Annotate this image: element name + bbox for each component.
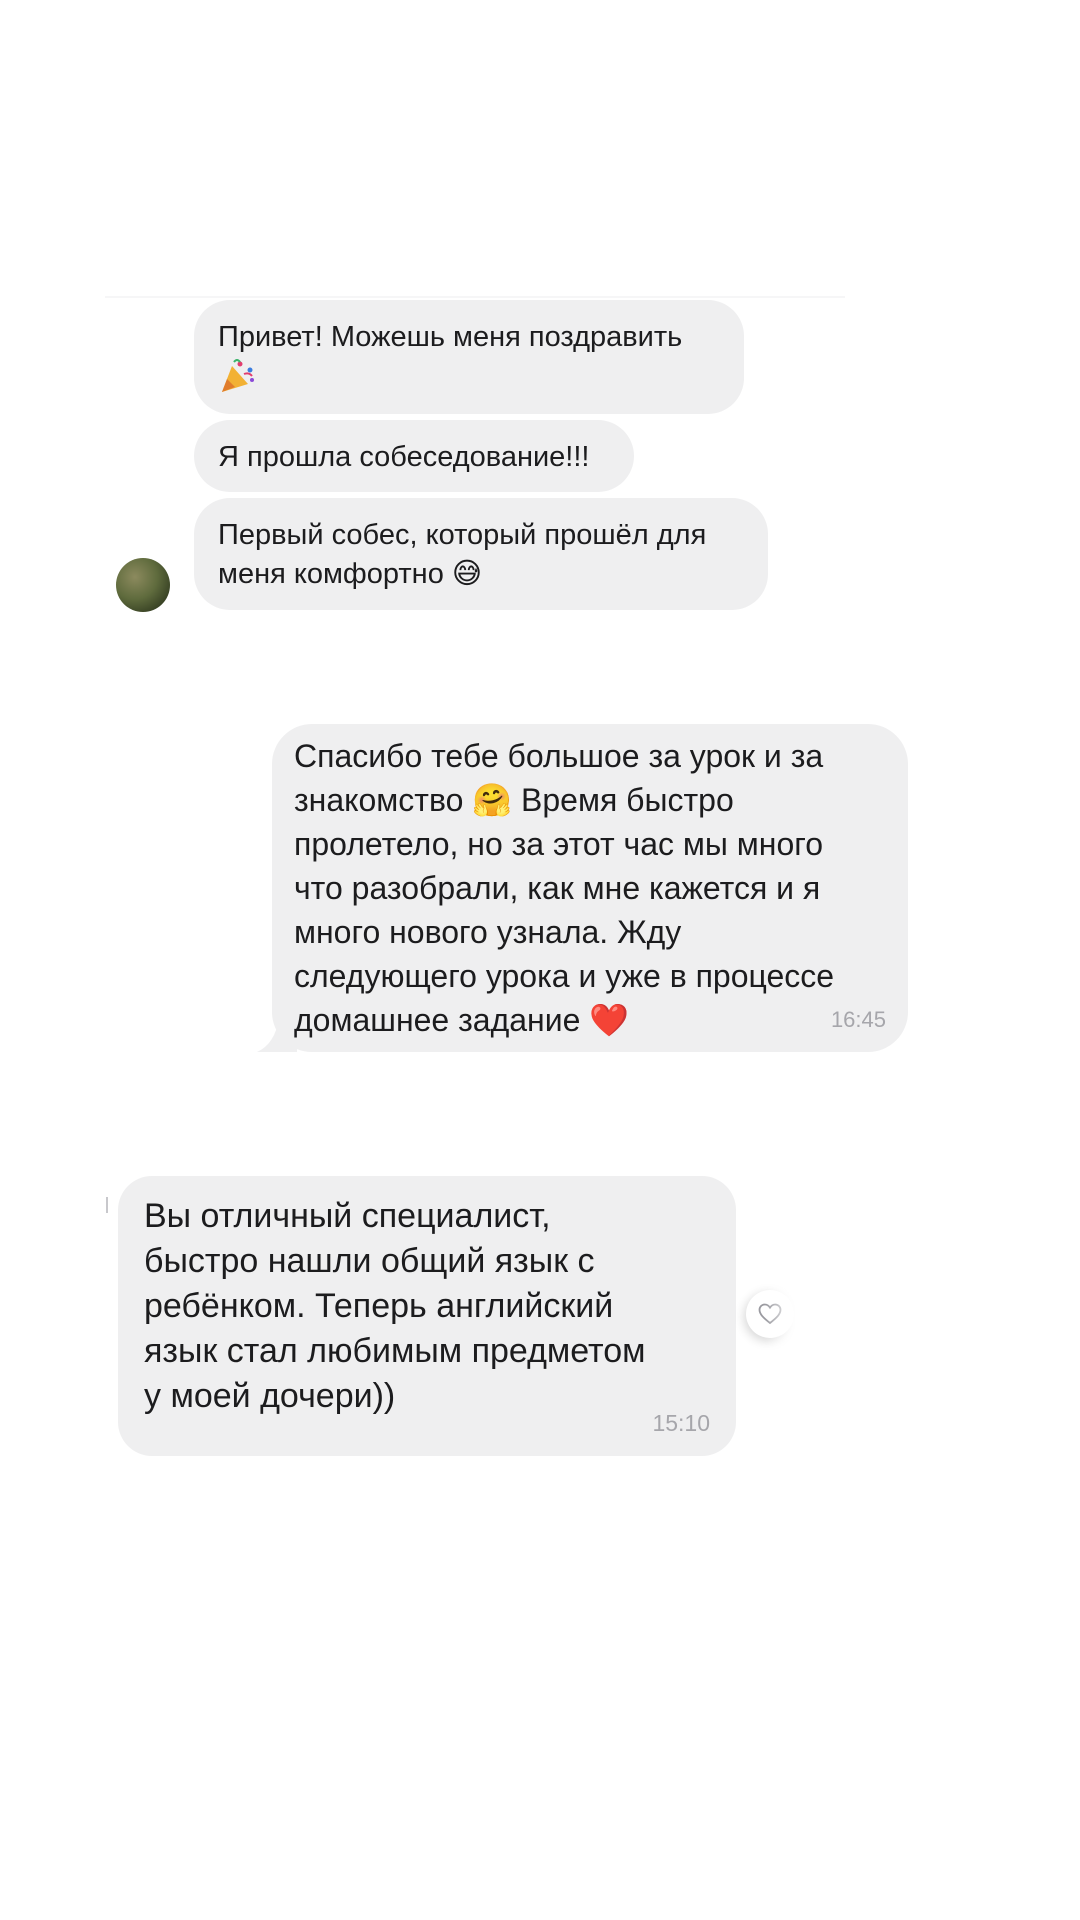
chat3-line-3: ребёнком. Теперь английский (144, 1287, 614, 1325)
chat3-line-5: у моей дочери)) (144, 1377, 396, 1415)
chat3-line-1: Вы отличный специалист, (144, 1197, 551, 1235)
red-heart-emoji: ❤️ (589, 1001, 630, 1039)
chat2-line-2-text: знакомство (294, 782, 464, 818)
user-avatar[interactable] (116, 558, 170, 612)
chat2-line-3: пролетело, но за этот час мы много (294, 826, 824, 862)
chat3-line-4: язык стал любимым предметом (144, 1332, 646, 1370)
chat1-message-1[interactable]: Привет! Можешь меня поздравить (194, 300, 744, 414)
chat2-line-4: что разобрали, как мне кажется и я (294, 870, 821, 906)
message-timestamp: 15:10 (652, 1410, 710, 1436)
chat2-line-2: знакомство 🤗 Время быстро (294, 778, 884, 822)
chat1-divider (105, 296, 845, 298)
chat2-line-7: домашнее задание ❤️ (294, 998, 884, 1042)
chat2-line-1: Спасибо тебе большое за урок и за (294, 738, 824, 774)
chat2-line-6: следующего урока и уже в процессе (294, 958, 835, 994)
message-timestamp: 16:45 (830, 1007, 886, 1032)
chat2-line-2-text-b: Время быстро (521, 782, 734, 818)
like-button[interactable] (746, 1290, 794, 1338)
chat2-line-7-text: домашнее задание (294, 1002, 581, 1038)
grinning-sweat-emoji: 😅 (451, 556, 483, 590)
chat1-message-3[interactable]: Первый собес, который прошёл для меня ко… (194, 498, 768, 610)
message-text: Привет! Можешь меня поздравить (218, 321, 683, 353)
party-popper-icon (218, 358, 258, 394)
hugging-face-emoji: 🤗 (472, 781, 513, 819)
message-text: Я прошла собеседование!!! (218, 441, 590, 473)
chat2-message[interactable]: Спасибо тебе большое за урок и за знаком… (272, 724, 908, 1052)
chat3-line-2: быстро нашли общий язык с (144, 1242, 595, 1280)
chat1-message-2[interactable]: Я прошла собеседование!!! (194, 420, 634, 492)
chat3-edge-marker (106, 1197, 108, 1213)
heart-outline-icon (758, 1303, 782, 1325)
chat2-line-5: много нового узнала. Жду (294, 914, 682, 950)
chat3-message[interactable]: Вы отличный специалист, быстро нашли общ… (118, 1176, 736, 1456)
message-text-line-2: меня комфортно (218, 558, 444, 590)
message-text-line-1: Первый собес, который прошёл для (218, 519, 707, 551)
